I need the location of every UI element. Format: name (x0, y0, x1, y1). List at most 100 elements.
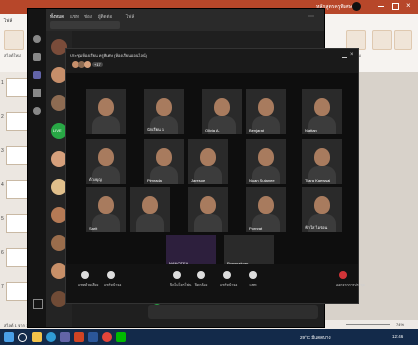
hang-up-icon (339, 271, 347, 279)
participant-face (98, 98, 114, 116)
new-slide-button[interactable] (4, 30, 24, 50)
control-label: แชร์หน้าจอ (220, 283, 238, 287)
leave-meeting-button[interactable]: ออกจากการประชุม (336, 271, 366, 288)
participant-face (314, 98, 330, 116)
camera-icon (197, 271, 205, 279)
edge-icon[interactable] (46, 332, 56, 342)
system-clock[interactable]: 12:46 (392, 334, 403, 339)
word-app-icon[interactable] (88, 332, 98, 342)
share-icon (107, 271, 115, 279)
slide-number: 7 (1, 284, 4, 290)
control-label: แชท (249, 283, 257, 287)
participant-tile[interactable]: Jaresoe (188, 139, 228, 184)
chat-button[interactable]: แชท (246, 271, 260, 288)
participant-tile[interactable]: Nuan Sutanee (246, 139, 286, 184)
participant-name: ด้วงบุญ (89, 177, 102, 182)
participant-name: Sarit (89, 226, 98, 231)
slide-number: 1 (1, 80, 4, 86)
participant-name: นักเรียน 1 (147, 127, 165, 132)
participant-tile[interactable] (86, 89, 126, 134)
meeting-window: ประชุมห้องเรียน ครูพิเศษ (ห้องเรียนออนไล… (65, 48, 366, 304)
calendar-icon[interactable] (33, 89, 41, 97)
close-icon[interactable]: × (350, 52, 354, 58)
designer-button[interactable] (346, 30, 366, 50)
slide-number: 3 (1, 148, 4, 154)
participant-tile[interactable]: Sarit (86, 187, 126, 232)
account-avatar-icon[interactable] (352, 2, 361, 11)
teams-app-rail (28, 9, 46, 327)
slide-number: 4 (1, 182, 4, 188)
minimize-icon[interactable] (378, 6, 384, 7)
tab-contacts[interactable]: ผู้ติดต่อ (98, 13, 112, 20)
compose-box[interactable] (148, 305, 318, 319)
minimize-icon[interactable] (342, 57, 347, 58)
meeting-controls: แชทด้วยเสียง แชร์หน้าจอ ปิดไมโครโฟน ปิดก… (66, 264, 366, 303)
meeting-title: ประชุมห้องเรียน ครูพิเศษ (ห้องเรียนออนไล… (70, 53, 147, 58)
present-button[interactable]: แชร์หน้าจอ (220, 271, 238, 288)
windows-start-icon[interactable] (4, 332, 14, 342)
chat-icon[interactable] (33, 53, 41, 61)
participant-name: Benjarat (249, 128, 264, 133)
tab-channels[interactable]: ช่อง (84, 13, 92, 20)
weather-widget[interactable]: 29°C มีแดดบาง (300, 334, 331, 341)
ribbon-file-label[interactable]: ไฟล์ (4, 17, 12, 24)
apps-icon[interactable] (33, 299, 43, 309)
participant-tile[interactable] (188, 187, 228, 232)
participant-tile[interactable]: ฟ้าใส ไอร่อน (302, 187, 342, 232)
participant-tile[interactable]: Pornrat (246, 187, 286, 232)
participant-count[interactable]: +17 (92, 62, 103, 67)
share-screen-button[interactable]: แชร์หน้าจอ (104, 271, 122, 288)
participant-face (200, 196, 216, 214)
zoom-slider[interactable] (346, 324, 390, 325)
participant-tile[interactable]: ด้วงบุญ (86, 139, 126, 184)
powerpoint-app-icon[interactable] (74, 332, 84, 342)
participant-tile[interactable]: Nattan (302, 89, 342, 134)
chat-bubble-icon (249, 271, 257, 279)
audio-chat-button[interactable]: แชทด้วยเสียง (78, 271, 98, 288)
line-app-icon[interactable] (116, 332, 126, 342)
tab-files[interactable]: ไฟล์ (126, 13, 134, 20)
control-label: แชร์หน้าจอ (104, 283, 122, 287)
maximize-icon[interactable] (392, 3, 399, 10)
participant-name: Pornrat (249, 226, 263, 231)
teams-topbar: ทั้งหมด แชท ช่อง ผู้ติดต่อ ไฟล์ ⋯ (46, 9, 324, 31)
participant-tile[interactable]: Benjarat (246, 89, 286, 134)
file-explorer-icon[interactable] (32, 332, 42, 342)
slide-number: 5 (1, 216, 4, 222)
participant-name: ฟ้าใส ไอร่อน (305, 225, 328, 230)
present-icon (223, 271, 231, 279)
participant-tile[interactable]: Pongsakorn (224, 235, 274, 267)
camera-off-button[interactable]: ปิดกล้อง (194, 271, 208, 288)
participant-tile[interactable]: NANOTEA (166, 235, 216, 267)
participant-tile[interactable]: นักเรียน 1 (144, 89, 184, 134)
participant-name: Olivia A. (205, 128, 220, 133)
mute-mic-button[interactable]: ปิดไมโครโฟน (170, 271, 191, 288)
teams-icon[interactable] (33, 71, 41, 79)
participant-tile[interactable] (130, 187, 170, 232)
participant-name: Jaresoe (191, 178, 206, 183)
control-label: ออกจากการประชุม (336, 283, 366, 287)
tab-all[interactable]: ทั้งหมด (50, 13, 64, 20)
ribbon-button-right[interactable] (372, 30, 392, 50)
more-options-icon[interactable]: ⋯ (308, 13, 314, 20)
microphone-icon (173, 271, 181, 279)
participant-tile[interactable]: Pimrada (144, 139, 184, 184)
ribbon-button-far-right[interactable] (394, 30, 412, 50)
participant-face (258, 98, 274, 116)
close-icon[interactable]: × (406, 1, 411, 10)
participant-tile[interactable]: Olivia A. (202, 89, 242, 134)
participant-face (314, 148, 330, 166)
chrome-app-icon[interactable] (102, 332, 112, 342)
activity-icon[interactable] (33, 35, 41, 43)
participant-face (314, 196, 330, 214)
participant-name: Pimrada (147, 178, 162, 183)
tab-chat[interactable]: แชท (70, 13, 79, 20)
participant-face (258, 148, 274, 166)
avatar (84, 61, 91, 68)
participant-tile[interactable]: Tiara Kaewsai (302, 139, 342, 184)
participant-face (200, 148, 216, 166)
search-icon[interactable] (18, 333, 27, 342)
calls-icon[interactable] (33, 107, 41, 115)
search-box[interactable] (50, 21, 120, 29)
teams-app-icon[interactable] (60, 332, 70, 342)
